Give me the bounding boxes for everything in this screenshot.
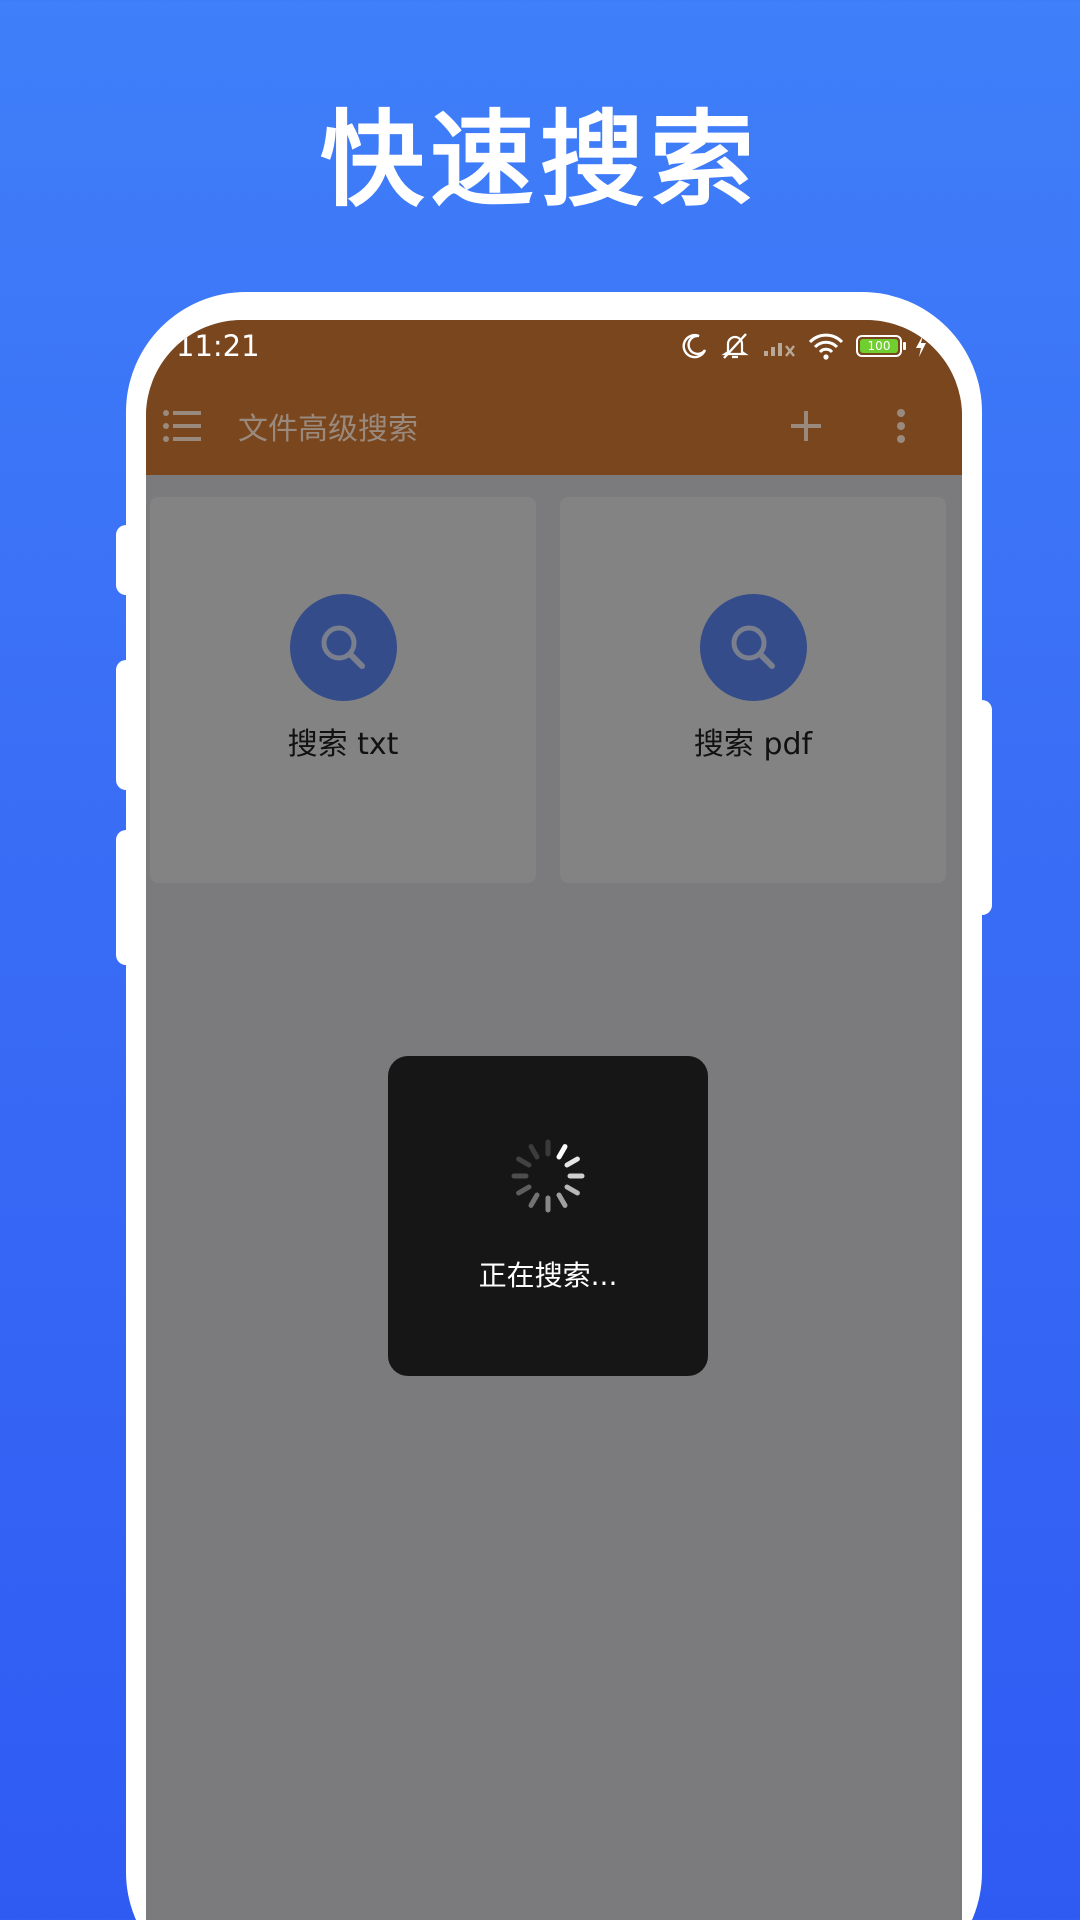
silent-bell-icon: [720, 332, 750, 360]
wifi-icon: [808, 332, 844, 360]
promo-headline: 快速搜索: [319, 99, 760, 221]
toolbar-title: 文件高级搜索: [238, 412, 418, 447]
search-icon: [290, 594, 397, 701]
menu-icon[interactable]: [162, 408, 204, 448]
charging-icon: [914, 334, 928, 358]
app-bar: 11:21 100 文件高级搜索: [146, 320, 962, 475]
search-txt-card[interactable]: 搜索 txt: [150, 497, 536, 883]
status-time: 11:21: [176, 329, 260, 363]
signal-off-icon: [762, 334, 796, 358]
loading-spinner-icon: [508, 1136, 588, 1220]
search-pdf-card[interactable]: 搜索 pdf: [560, 497, 946, 883]
loading-text: 正在搜索...: [478, 1259, 618, 1292]
more-vert-icon[interactable]: [894, 406, 908, 450]
plus-icon[interactable]: [786, 406, 826, 450]
battery-icon: 100: [856, 335, 906, 357]
status-icons: 100: [682, 328, 928, 364]
card-label: 搜索 pdf: [693, 727, 813, 762]
battery-level: 100: [860, 339, 898, 353]
loading-dialog: 正在搜索...: [388, 1056, 708, 1376]
card-label: 搜索 txt: [287, 727, 399, 762]
phone-screen: 11:21 100 文件高级搜索 搜索 txt 搜索 pdf 正在搜索...: [146, 320, 962, 1920]
search-icon: [700, 594, 807, 701]
moon-icon: [682, 333, 708, 359]
